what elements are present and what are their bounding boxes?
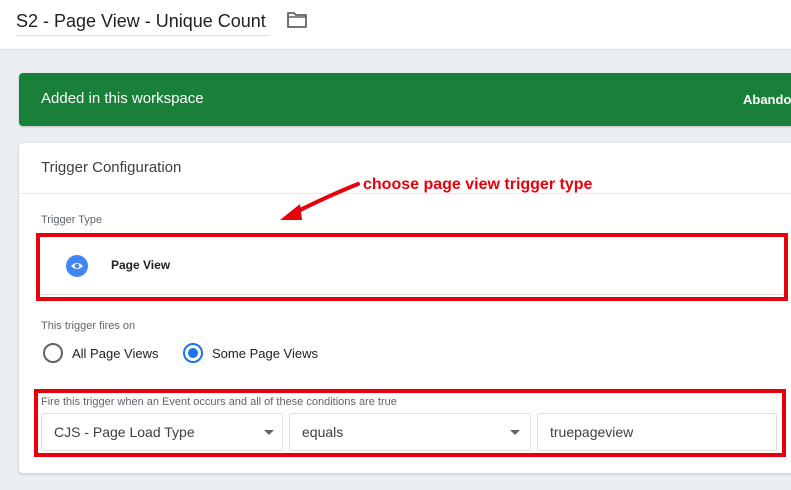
radio-some-page-views[interactable] [183,343,203,363]
radio-all-page-views[interactable] [43,343,63,363]
folder-icon[interactable] [286,11,308,29]
condition-value-text: truepageview [550,424,634,440]
trigger-name[interactable]: S2 - Page View - Unique Count [16,11,266,31]
card-title: Trigger Configuration [41,159,182,176]
chevron-down-icon [510,430,520,435]
trigger-type-name: Page View [111,258,171,272]
fires-on-radio-group: All Page Views Some Page Views [43,343,643,365]
condition-operator-value: equals [302,424,344,440]
condition-value-input[interactable]: truepageview [537,413,777,451]
editor-header: S2 - Page View - Unique Count [0,0,791,50]
abandon-changes-button[interactable]: Abando [743,92,791,107]
annotation-arrow-icon [280,182,360,220]
conditions-label: Fire this trigger when an Event occurs a… [41,396,397,408]
condition-variable-select[interactable]: CJS - Page Load Type [41,413,283,451]
banner-text: Added in this workspace [41,90,204,107]
annotation-text: choose page view trigger type [363,176,593,193]
workspace-status-banner: Added in this workspace Abando [19,73,791,126]
fires-on-label: This trigger fires on [41,320,136,332]
condition-variable-value: CJS - Page Load Type [54,424,195,440]
trigger-type-selector[interactable]: Page View [39,235,785,295]
eye-icon [66,255,88,277]
radio-label-all-page-views[interactable]: All Page Views [72,346,158,361]
chevron-down-icon [264,430,274,435]
radio-label-some-page-views[interactable]: Some Page Views [212,346,318,361]
trigger-type-label: Trigger Type [41,214,103,226]
condition-operator-select[interactable]: equals [289,413,531,451]
trigger-name-field[interactable]: S2 - Page View - Unique Count [16,8,270,36]
